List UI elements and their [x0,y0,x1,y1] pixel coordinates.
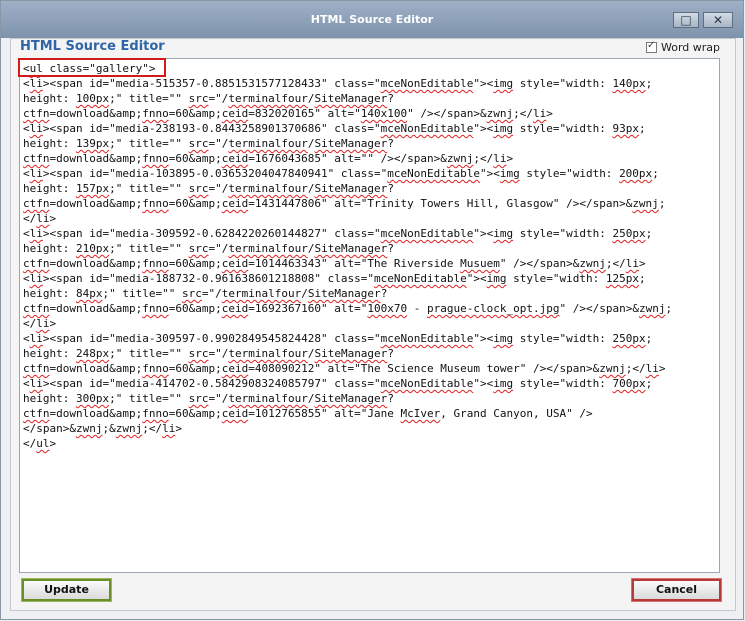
code-line: <li><span id="media-103895-0.03653204047… [23,167,659,180]
code-line: height: 210px;" title="" src="/terminalf… [23,242,394,255]
maximize-icon: □ [680,13,692,27]
code-line: height: 84px;" title="" src="/terminalfo… [23,287,388,300]
window-title: HTML Source Editor [310,13,434,26]
code-line: </li> [23,212,57,225]
code-line: <li><span id="media-309592-0.62842202601… [23,227,653,240]
close-button[interactable]: ✕ [703,12,733,28]
code-line: <li><span id="media-309597-0.99028495458… [23,332,653,345]
update-button[interactable]: Update [21,578,112,602]
code-line: height: 157px;" title="" src="/terminalf… [23,182,394,195]
code-line: ctfn=download&amp;fnno=60&amp;ceid=83202… [23,107,553,120]
source-code-textarea[interactable]: <ul class="gallery"> <li><span id="media-… [19,58,720,573]
word-wrap-checkbox[interactable] [646,40,657,53]
code-line: height: 100px;" title="" src="/terminalf… [23,92,394,105]
maximize-button[interactable]: □ [673,12,699,28]
source-code-text[interactable]: <ul class="gallery"> <li><span id="media-… [23,61,716,451]
cancel-button[interactable]: Cancel [631,578,722,602]
code-line: ctfn=download&amp;fnno=60&amp;ceid=16923… [23,302,673,315]
code-line: <li><span id="media-414702-0.58429083240… [23,377,653,390]
code-line: ctfn=download&amp;fnno=60&amp;ceid=40809… [23,362,666,375]
title-bar[interactable]: HTML Source Editor □ ✕ [1,1,743,38]
code-line: <li><span id="media-188732-0.96163860121… [23,272,646,285]
code-line: ctfn=download&amp;fnno=60&amp;ceid=10127… [23,407,593,420]
word-wrap-toggle[interactable]: Word wrap [646,40,721,54]
code-line: <li><span id="media-515357-0.88515315771… [23,77,653,90]
code-line: <li><span id="media-238193-0.84432589013… [23,122,646,135]
code-line: </li> [23,317,57,330]
code-line: height: 139px;" title="" src="/terminalf… [23,137,394,150]
code-line: ctfn=download&amp;fnno=60&amp;ceid=16760… [23,152,514,165]
close-icon: ✕ [712,13,724,27]
code-line: </ul> [23,437,57,450]
code-line: ctfn=download&amp;fnno=60&amp;ceid=10144… [23,257,646,270]
word-wrap-label: Word wrap [661,41,721,54]
code-line: height: 248px;" title="" src="/terminalf… [23,347,394,360]
code-line: </span>&zwnj;&zwnj;</li> [23,422,182,435]
code-line: ctfn=download&amp;fnno=60&amp;ceid=14314… [23,197,666,210]
dialog-heading: HTML Source Editor [20,39,165,54]
code-line: height: 300px;" title="" src="/terminalf… [23,392,394,405]
code-line: <ul class="gallery"> [23,62,156,75]
